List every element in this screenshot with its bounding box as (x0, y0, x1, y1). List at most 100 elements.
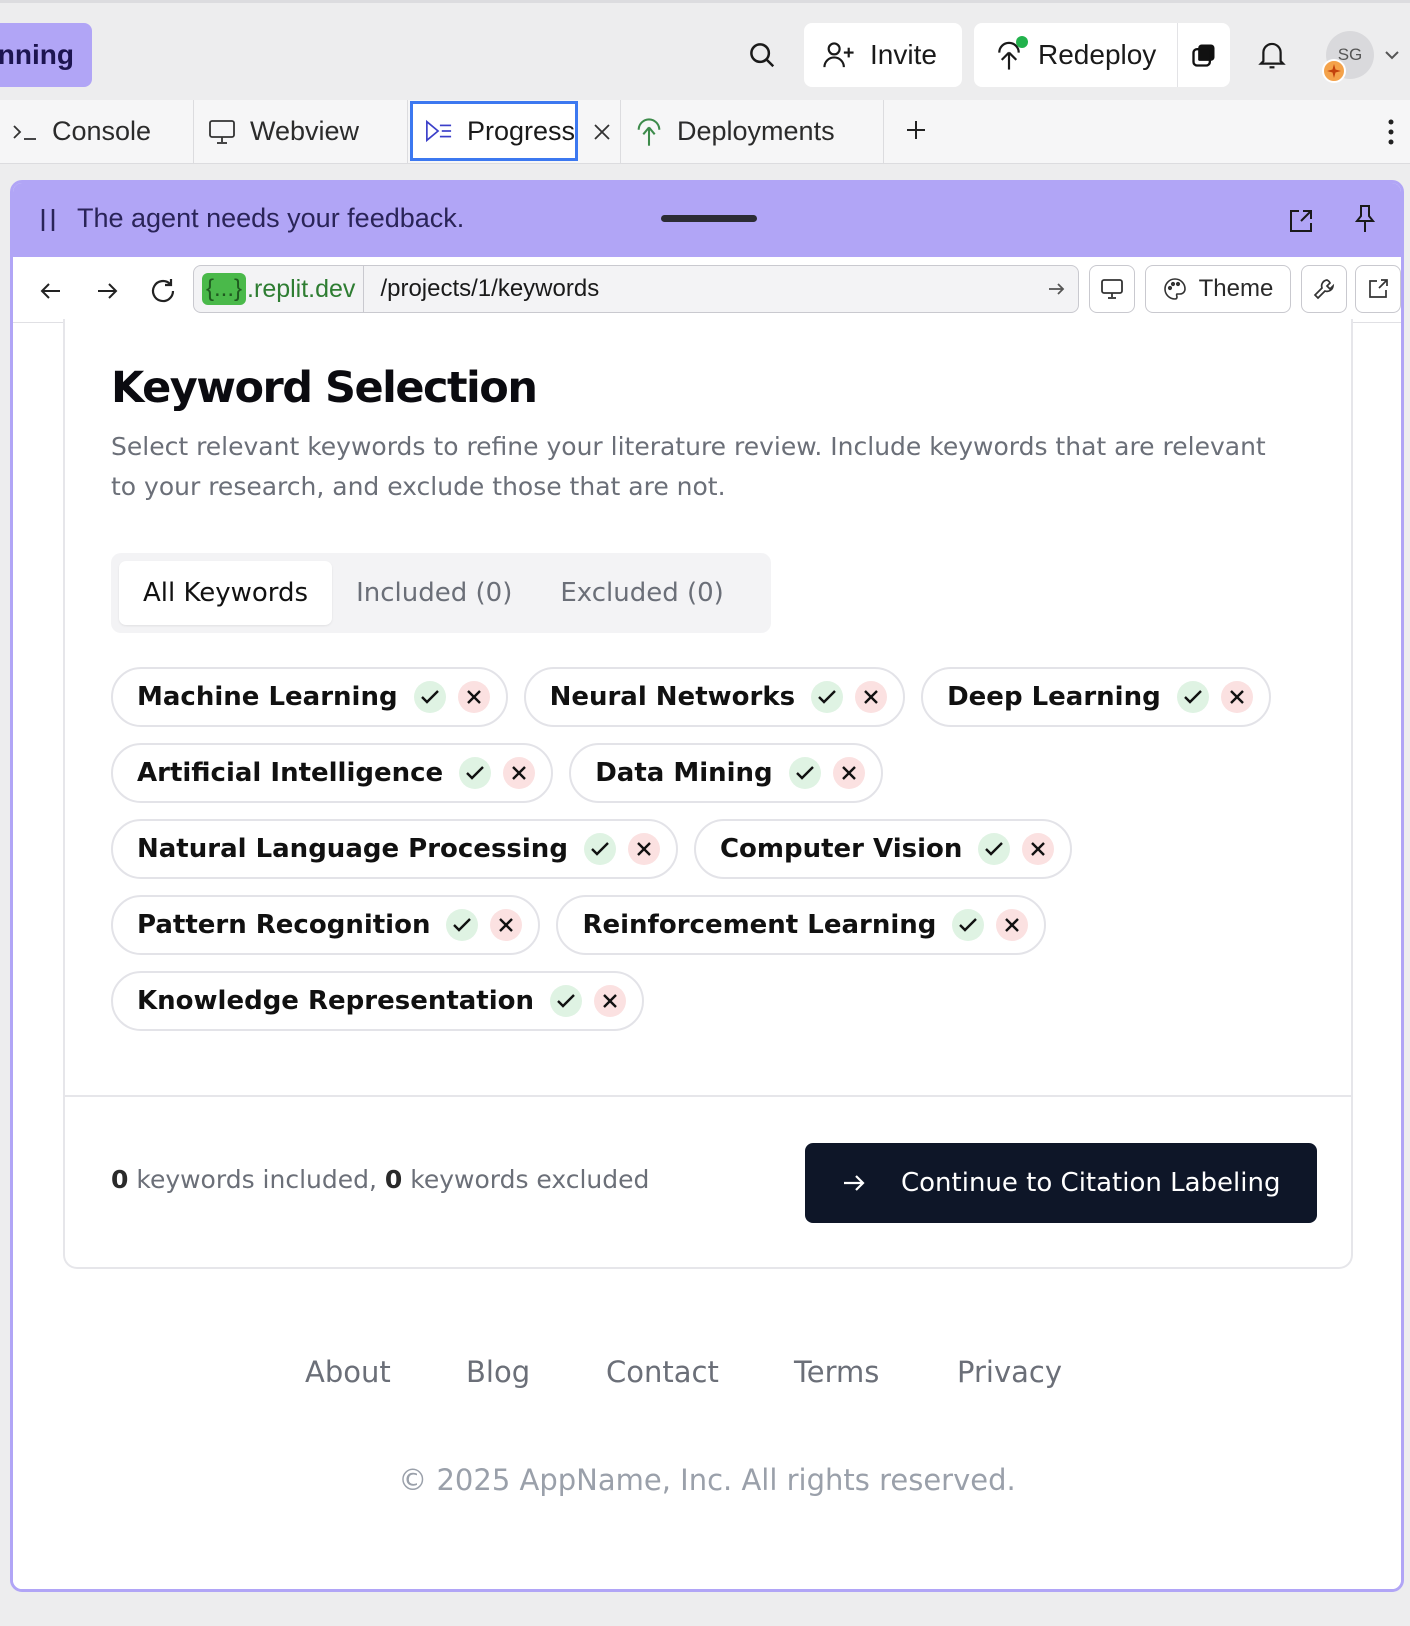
external-link-icon (1369, 279, 1388, 298)
keyword-filter-tabs: All Keywords Included (0) Excluded (0) (111, 553, 771, 633)
keyword-label: Knowledge Representation (137, 986, 535, 1016)
include-keyword-button[interactable] (459, 757, 492, 789)
exclude-keyword-button[interactable] (1022, 833, 1055, 865)
keyword-label: Deep Learning (947, 682, 1161, 712)
forward-button[interactable] (87, 271, 127, 311)
excluded-count: 0 (384, 1165, 403, 1194)
keyword-label: Computer Vision (719, 834, 963, 864)
device-preview-button[interactable] (1089, 265, 1135, 313)
tab-progress[interactable]: Progress (410, 101, 578, 161)
palette-icon (1163, 278, 1186, 300)
theme-button[interactable]: Theme (1145, 265, 1291, 313)
url-path[interactable]: /projects/1/keywords (364, 275, 1034, 303)
page-description: Select relevant keywords to refine your … (111, 432, 1266, 501)
close-tab-button[interactable] (584, 114, 620, 150)
workspace-tabs: Console Webview Progress Deployments (0, 100, 1410, 164)
more-options-button[interactable] (1376, 112, 1406, 152)
keyword-label: Machine Learning (137, 682, 398, 712)
included-count: 0 (111, 1165, 129, 1194)
tab-deployments[interactable]: Deployments (620, 100, 884, 163)
domain-text: .replit.dev (247, 274, 356, 303)
browser-toolbar: {...} .replit.dev /projects/1/keywords T… (13, 257, 1401, 323)
webview-content: Keyword Selection Select relevant keywor… (13, 319, 1401, 1589)
check-icon (959, 918, 978, 932)
close-icon (1229, 690, 1244, 704)
add-user-icon (823, 42, 854, 68)
pause-button[interactable] (33, 205, 63, 235)
redeploy-label: Redeploy (1038, 39, 1157, 70)
exclude-keyword-button[interactable] (996, 909, 1029, 941)
continue-button[interactable]: Continue to Citation Labeling (805, 1143, 1317, 1223)
back-button[interactable] (31, 271, 71, 311)
exclude-keyword-button[interactable] (457, 681, 490, 713)
open-new-tab-button[interactable] (1355, 265, 1401, 313)
include-keyword-button[interactable] (1176, 681, 1209, 713)
include-keyword-button[interactable] (446, 909, 479, 941)
include-keyword-button[interactable] (583, 833, 616, 865)
go-button[interactable] (1034, 279, 1078, 299)
drag-handle[interactable] (661, 215, 757, 222)
tab-webview[interactable]: Webview (194, 100, 408, 163)
include-keyword-button[interactable] (788, 757, 821, 789)
include-keyword-button[interactable] (952, 909, 985, 941)
keyword-row: Knowledge Representation (111, 971, 1271, 1031)
run-status-button[interactable]: unning (0, 23, 92, 87)
continue-label: Continue to Citation Labeling (901, 1168, 1281, 1198)
devtools-button[interactable] (1301, 265, 1347, 313)
close-icon (1031, 842, 1046, 856)
check-icon (557, 994, 575, 1008)
footer-link-privacy[interactable]: Privacy (957, 1355, 1062, 1389)
monitor-icon (1101, 279, 1123, 299)
footer-link-terms[interactable]: Terms (794, 1355, 879, 1389)
url-domain: {...} .replit.dev (194, 266, 365, 312)
sparkle-badge-icon (1322, 59, 1346, 83)
check-icon (453, 918, 472, 932)
bell-icon (1258, 42, 1286, 69)
stack-icon (1192, 44, 1215, 67)
keyword-chip: Reinforcement Learning (556, 895, 1047, 955)
exclude-keyword-button[interactable] (503, 757, 536, 789)
url-field[interactable]: {...} .replit.dev /projects/1/keywords (193, 265, 1079, 313)
tab-label: Progress (466, 115, 575, 146)
arrow-right-icon (844, 1175, 865, 1191)
tab-included[interactable]: Included (0) (332, 561, 536, 625)
notifications-button[interactable] (1250, 33, 1294, 77)
keyword-chip: Machine Learning (111, 667, 508, 727)
include-keyword-button[interactable] (550, 985, 583, 1017)
add-tab-button[interactable] (896, 110, 936, 150)
terminal-icon (13, 124, 36, 140)
account-menu[interactable]: SG (1322, 31, 1406, 83)
keyword-label: Data Mining (595, 758, 773, 788)
top-bar: unning Invite Redeploy SG (0, 0, 1410, 100)
include-keyword-button[interactable] (811, 681, 844, 713)
exclude-keyword-button[interactable] (627, 833, 660, 865)
search-button[interactable] (738, 31, 786, 79)
keyword-label: Reinforcement Learning (582, 910, 937, 940)
exclude-keyword-button[interactable] (832, 757, 865, 789)
chevron-down-icon (1385, 51, 1399, 60)
close-icon (594, 124, 610, 140)
exclude-keyword-button[interactable] (490, 909, 523, 941)
include-keyword-button[interactable] (978, 833, 1011, 865)
footer-link-blog[interactable]: Blog (466, 1355, 530, 1389)
footer-link-about[interactable]: About (305, 1355, 391, 1389)
pin-button[interactable] (1347, 201, 1383, 237)
exclude-keyword-button[interactable] (594, 985, 627, 1017)
deployment-menu-button[interactable] (1178, 41, 1230, 69)
redeploy-button[interactable]: Redeploy (974, 23, 1178, 87)
tab-console[interactable]: Console (0, 100, 194, 163)
footer-link-contact[interactable]: Contact (606, 1355, 719, 1389)
tab-label: Console (52, 116, 152, 146)
invite-button[interactable]: Invite (804, 23, 962, 87)
deploy-status-icon (994, 36, 1028, 72)
exclude-keyword-button[interactable] (1220, 681, 1253, 713)
keyword-row: Pattern Recognition Reinforcement Learnin… (111, 895, 1271, 955)
exclude-keyword-button[interactable] (855, 681, 888, 713)
reload-button[interactable] (143, 271, 183, 311)
tab-excluded[interactable]: Excluded (0) (536, 561, 747, 625)
tab-all-keywords[interactable]: All Keywords (119, 561, 333, 625)
popout-button[interactable] (1283, 203, 1319, 239)
check-icon (466, 766, 485, 780)
include-keyword-button[interactable] (413, 681, 446, 713)
arrow-right-icon (98, 283, 118, 299)
